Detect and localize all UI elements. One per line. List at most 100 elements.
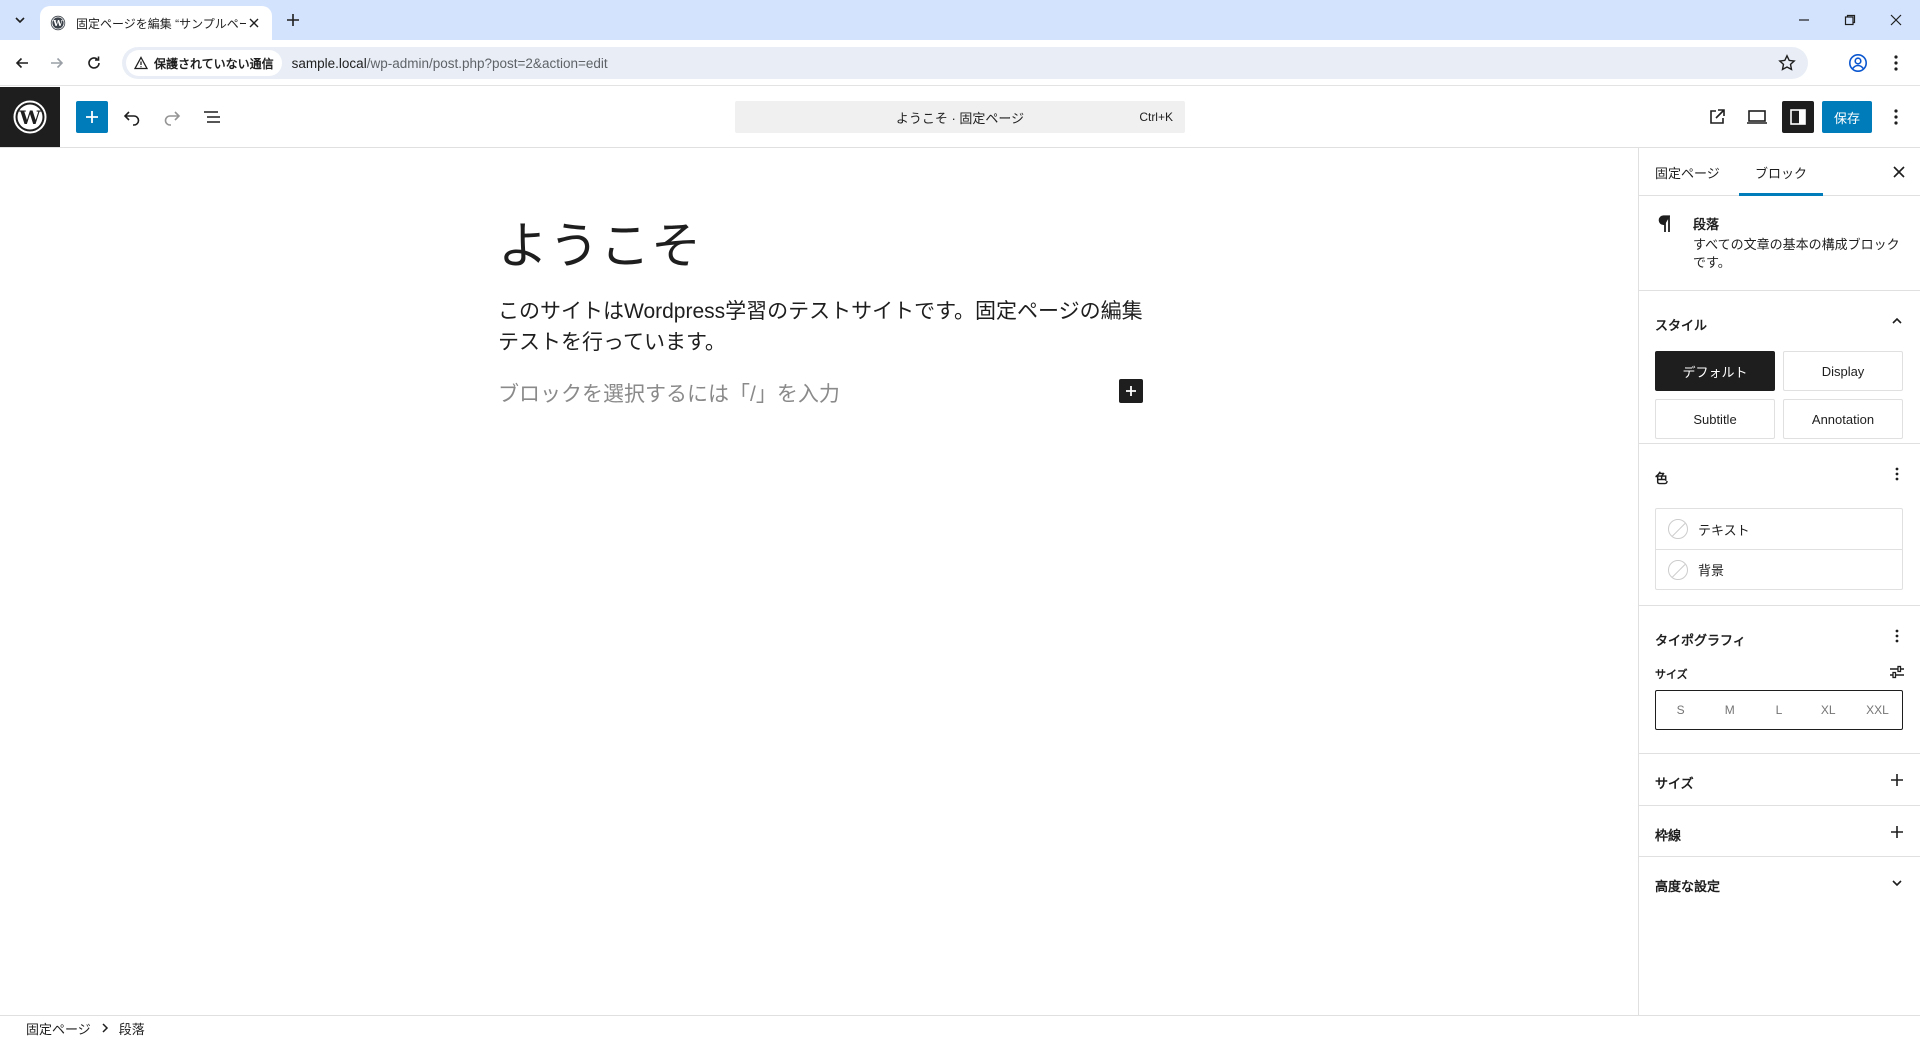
add-dimensions-button[interactable] [1887,770,1907,790]
background-color-label: 背景 [1698,563,1725,578]
reload-button[interactable] [81,50,107,76]
settings-sidebar: 固定ページ ブロック 段落 すべての文章の基本の構成ブロックです。 スタイル デ… [1638,148,1920,1015]
size-option-xl[interactable]: XL [1804,703,1853,717]
window-close-button[interactable] [1874,8,1918,32]
breadcrumb-root[interactable]: 固定ページ [26,1019,91,1038]
advanced-panel[interactable]: 高度な設定 [1639,857,1920,909]
add-block-button[interactable] [1119,379,1143,403]
text-color-label: テキスト [1698,522,1750,538]
close-icon [1893,166,1905,178]
color-panel: 色 テキスト 背景 [1639,444,1920,606]
block-inserter-toggle[interactable] [76,101,108,133]
style-default-button[interactable]: デフォルト [1655,351,1775,391]
font-size-toggle: S M L XL XXL [1655,690,1903,730]
minimize-icon [1799,19,1809,21]
breadcrumb-current[interactable]: 段落 [119,1019,145,1038]
url-text[interactable]: sample.local/wp-admin/post.php?post=2&ac… [292,56,608,71]
view-page-button[interactable] [1701,101,1733,133]
redo-icon [164,111,181,126]
tab-search-button[interactable] [8,8,32,32]
redo-button[interactable] [156,101,188,133]
window-restore-button[interactable] [1828,8,1872,32]
styles-panel-title[interactable]: スタイル [1655,315,1707,334]
undo-button[interactable] [116,101,148,133]
restore-icon [1844,14,1856,26]
close-sidebar-button[interactable] [1887,160,1911,184]
save-button[interactable]: 保存 [1822,101,1872,133]
browser-menu-button[interactable] [1884,51,1908,75]
plus-icon [287,14,299,26]
forward-button[interactable] [44,50,70,76]
plus-icon [1891,774,1903,786]
editor-header: W ようこそ · 固定ページ Ctrl+K 保存 [0,87,1920,148]
tab-block[interactable]: ブロック [1739,148,1823,196]
address-bar[interactable]: 保護されていない通信 sample.local/wp-admin/post.ph… [122,47,1808,79]
size-option-m[interactable]: M [1705,703,1754,717]
back-button[interactable] [9,50,35,76]
profile-button[interactable] [1846,51,1870,75]
svg-text:W: W [18,107,41,129]
wordpress-logo-button[interactable]: W [0,87,60,147]
options-menu-button[interactable] [1880,101,1912,133]
editor-canvas: ようこそ このサイトはWordpress学習のテストサイトです。固定ページの編集… [0,148,1638,1015]
security-chip[interactable]: 保護されていない通信 [126,50,282,76]
size-option-xxl[interactable]: XXL [1853,703,1902,717]
more-vertical-icon [1894,55,1898,71]
tab-close-button[interactable] [246,15,262,31]
add-border-button[interactable] [1887,822,1907,842]
browser-tab-active[interactable]: W 固定ページを編集 “サンプルページ” [40,6,272,40]
block-card-description: すべての文章の基本の構成ブロックです。 [1693,237,1900,270]
url-host: sample.local [291,55,367,71]
collapse-styles-button[interactable] [1887,311,1907,331]
document-overview-button[interactable] [196,101,228,133]
star-icon [1778,54,1796,71]
border-panel[interactable]: 枠線 [1639,806,1920,857]
typography-panel: タイポグラフィ サイズ S M L XL XXL [1639,606,1920,754]
block-card-title: 段落 [1693,217,1720,232]
command-shortcut: Ctrl+K [1139,110,1173,124]
color-settings-group: テキスト 背景 [1655,508,1903,590]
bookmark-button[interactable] [1778,54,1796,72]
paragraph-block[interactable]: このサイトはWordpress学習のテストサイトです。固定ページの編集テストを行… [498,296,1158,358]
settings-sliders-icon [1890,665,1904,679]
settings-sidebar-toggle[interactable] [1782,101,1814,133]
text-color-item[interactable]: テキスト [1656,509,1902,549]
style-display-button[interactable]: Display [1783,351,1903,391]
expand-advanced-button[interactable] [1887,873,1907,893]
typography-panel-title: タイポグラフィ [1655,633,1746,648]
plus-icon [86,111,98,123]
url-path: /wp-admin/post.php?post=2&action=edit [366,55,608,71]
dimensions-panel[interactable]: サイズ [1639,754,1920,806]
style-annotation-button[interactable]: Annotation [1783,399,1903,439]
reload-icon [88,56,100,69]
block-breadcrumb: 固定ページ 段落 [0,1015,1920,1040]
preview-button[interactable] [1741,101,1773,133]
tab-title: 固定ページを編集 “サンプルページ” [76,16,246,31]
chevron-right-icon [101,1023,109,1033]
text-color-swatch [1668,519,1688,539]
typography-options-button[interactable] [1887,626,1907,646]
more-vertical-icon [1894,109,1898,125]
wordpress-favicon-icon: W [50,15,66,31]
size-option-s[interactable]: S [1656,703,1705,717]
font-size-label: サイズ [1655,669,1688,681]
custom-size-button[interactable] [1887,662,1907,682]
window-minimize-button[interactable] [1782,8,1826,32]
new-tab-button[interactable] [282,9,304,31]
arrow-right-icon [51,57,64,69]
tab-page[interactable]: 固定ページ [1639,148,1736,196]
list-view-icon [204,111,220,123]
more-vertical-icon [1895,467,1899,481]
warning-icon [134,56,148,70]
empty-block-placeholder[interactable]: ブロックを選択するには「/」を入力 [498,378,840,408]
block-card: 段落 すべての文章の基本の構成ブロックです。 [1639,196,1920,291]
security-label: 保護されていない通信 [154,56,274,71]
background-color-item[interactable]: 背景 [1656,549,1902,589]
command-palette-bar[interactable]: ようこそ · 固定ページ Ctrl+K [735,101,1185,133]
style-subtitle-button[interactable]: Subtitle [1655,399,1775,439]
color-options-button[interactable] [1887,464,1907,484]
post-title[interactable]: ようこそ [498,206,702,278]
plus-icon [1891,826,1903,838]
document-title: ようこそ · 固定ページ [895,110,1025,126]
size-option-l[interactable]: L [1754,703,1803,717]
